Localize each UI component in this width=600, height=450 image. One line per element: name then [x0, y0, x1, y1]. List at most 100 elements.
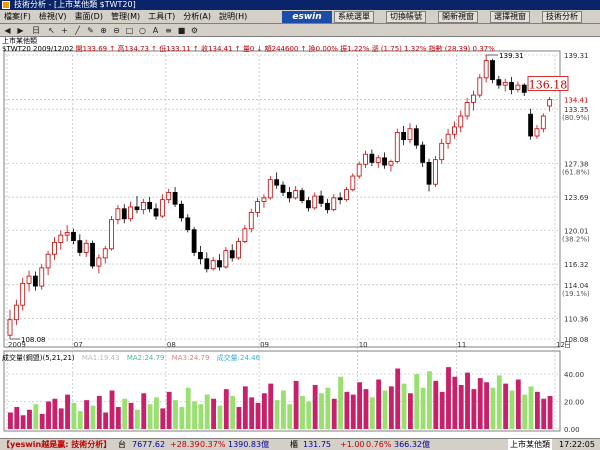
candle-body: [236, 241, 241, 259]
time-tick-label: 07: [74, 341, 83, 349]
candle-body: [71, 232, 76, 242]
volume-bar: [268, 383, 274, 429]
menu-manage[interactable]: 管理(M): [107, 10, 144, 24]
volume-bar: [420, 387, 426, 429]
volume-bar: [490, 387, 496, 429]
volume-bar: [223, 389, 229, 429]
volume-bar: [230, 396, 236, 429]
volume-bar: [446, 367, 451, 429]
switch-account-button[interactable]: 切換帳號: [386, 11, 426, 23]
ma2-legend: MA2:24.79: [126, 354, 165, 362]
candle-body: [280, 184, 286, 193]
candle-body: [515, 84, 521, 91]
candle-body: [20, 282, 26, 306]
otc-change: +1.00: [340, 440, 365, 449]
rect-icon[interactable]: □: [124, 25, 135, 36]
back-icon[interactable]: ◀: [2, 25, 13, 36]
candle-body: [490, 60, 495, 81]
volume-bar: [128, 402, 134, 429]
candle-body: [369, 153, 375, 163]
volume-bar: [185, 387, 191, 429]
volume-bar: [109, 390, 115, 429]
volume-bar: [338, 376, 343, 429]
candle-body: [83, 242, 89, 253]
volume-bar: [331, 398, 337, 429]
line-tool-icon[interactable]: ╱: [72, 25, 83, 36]
volume-bar: [414, 374, 420, 429]
volume-bar: [433, 380, 439, 429]
ellipse-icon[interactable]: ○: [137, 25, 148, 36]
otc-label: 櫃: [290, 440, 298, 449]
volume-bar: [547, 396, 553, 429]
menu-view[interactable]: 檢視(V): [35, 10, 71, 24]
chart-area[interactable]: 139.31134.41133.35127.38123.69120.01116.…: [0, 37, 600, 438]
candle-body: [32, 275, 38, 287]
menu-file[interactable]: 檔案(F): [0, 10, 35, 24]
menu-help[interactable]: 說明(H): [215, 10, 251, 24]
toolbar: ◀ ▶ 日 ↖ + ╱ ✎ ⊕ ⊖ □ ○ A ≡ ■ ⚙: [0, 24, 600, 37]
zoom-out-icon[interactable]: ⊖: [111, 25, 122, 36]
volume-bar: [427, 371, 432, 429]
candle-body: [299, 190, 305, 201]
menu-tools[interactable]: 工具(T): [144, 10, 179, 24]
system-menu-button[interactable]: 系統選單: [334, 11, 374, 23]
price-pct-label: (19.1%): [562, 290, 590, 298]
color-icon[interactable]: ■: [176, 25, 187, 36]
new-window-button[interactable]: 開新視窗: [438, 11, 478, 23]
volume-bar: [58, 408, 64, 429]
candle-body: [540, 115, 546, 130]
price-tick-label: 114.04: [564, 282, 589, 290]
otc-index: 131.75: [303, 440, 331, 449]
text-icon[interactable]: A: [150, 25, 161, 36]
forward-icon[interactable]: ▶: [15, 25, 26, 36]
candle-body: [204, 258, 210, 270]
candle-body: [471, 94, 476, 103]
tech-analysis-button[interactable]: 技術分析: [542, 11, 582, 23]
candle-body: [445, 133, 451, 144]
volume-bar: [115, 407, 121, 429]
pen-icon[interactable]: ✎: [85, 25, 96, 36]
volume-bar: [300, 396, 305, 429]
volume-bar: [496, 375, 502, 429]
gear-icon[interactable]: ⚙: [189, 25, 200, 36]
volume-bar: [274, 400, 280, 429]
frequency-selector[interactable]: 日: [28, 25, 44, 36]
status-brand: 【yeswin越是贏: 技術分析】: [2, 440, 112, 449]
volume-bar: [179, 407, 185, 429]
volume-bar: [439, 391, 445, 429]
candle-body: [242, 228, 248, 242]
select-window-button[interactable]: 選擇視窗: [490, 11, 530, 23]
volume-bar: [471, 389, 477, 429]
candle-body: [223, 250, 229, 268]
window-titlebar: 技術分析 - [上市某他類 $TWT20]: [0, 0, 600, 10]
candle-body: [350, 175, 356, 191]
volume-header: 成交量(鋼盟)(5,21,21) MA1:19.43 MA2:24.79 MA3…: [2, 354, 265, 363]
volume-legend: 成交量:24.46: [216, 354, 261, 362]
volume-bar: [27, 409, 32, 429]
menu-screen[interactable]: 畫面(D): [71, 10, 107, 24]
candle-body: [128, 206, 134, 220]
volume-bar: [325, 387, 331, 429]
candle-body: [426, 161, 432, 185]
volume-bar: [14, 407, 20, 429]
volume-bar: [90, 405, 96, 429]
volume-tick-label: 40.00: [564, 371, 584, 379]
candle-body: [502, 81, 508, 86]
candle-body: [318, 195, 324, 204]
volume-bar: [477, 378, 483, 429]
candle-body: [90, 242, 95, 267]
candle-body: [185, 217, 191, 231]
arrow-icon[interactable]: ↖: [46, 25, 57, 36]
candle-body: [217, 260, 222, 268]
volume-bar: [249, 397, 255, 429]
volume-bar: [134, 409, 140, 429]
candle-body: [382, 157, 387, 166]
otc-amount: 366.32億: [394, 440, 430, 449]
zoom-in-icon[interactable]: ⊕: [98, 25, 109, 36]
crosshair-icon[interactable]: +: [59, 25, 70, 36]
volume-bar: [103, 412, 109, 429]
candle-body: [394, 131, 400, 162]
menu-analysis[interactable]: 分析(A): [179, 10, 215, 24]
fib-icon[interactable]: ≡: [163, 25, 174, 36]
candle-body: [293, 190, 299, 199]
